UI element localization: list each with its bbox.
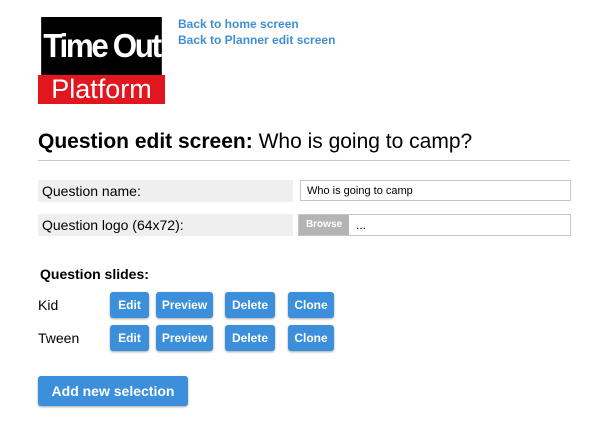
timeout-platform-logo: Time Out Platform [38,17,165,104]
preview-button[interactable]: Preview [156,292,213,318]
clone-button[interactable]: Clone [288,325,334,351]
delete-button[interactable]: Delete [225,292,275,318]
question-name-input[interactable] [300,180,571,201]
clone-button[interactable]: Clone [288,292,334,318]
file-name-text: ... [356,218,367,232]
edit-button[interactable]: Edit [110,325,149,351]
page-title: Question edit screen: Who is going to ca… [38,130,472,154]
delete-button[interactable]: Delete [225,325,275,351]
page-title-prefix: Question edit screen: [38,130,253,153]
slide-name: Tween [38,330,80,346]
slide-row-kid: Kid Edit Preview Delete Clone [38,292,358,318]
logo-platform-text: Platform [38,75,165,104]
add-new-selection-button[interactable]: Add new selection [38,376,188,406]
preview-button[interactable]: Preview [156,325,213,351]
back-to-planner-link[interactable]: Back to Planner edit screen [178,32,335,48]
question-name-label: Question name: [38,180,293,202]
question-logo-label: Question logo (64x72): [38,214,293,236]
question-logo-file-input[interactable]: Browse ... [298,214,571,236]
title-divider [38,160,570,161]
slide-name: Kid [38,297,59,313]
navigation-links: Back to home screen Back to Planner edit… [178,16,335,48]
slide-row-tween: Tween Edit Preview Delete Clone [38,325,358,351]
edit-button[interactable]: Edit [110,292,149,318]
question-slides-heading: Question slides: [40,266,149,282]
page-title-question: Who is going to camp? [258,130,473,153]
back-to-home-link[interactable]: Back to home screen [178,16,335,32]
browse-button[interactable]: Browse [299,215,349,235]
logo-time-out-text: Time Out [41,17,162,75]
